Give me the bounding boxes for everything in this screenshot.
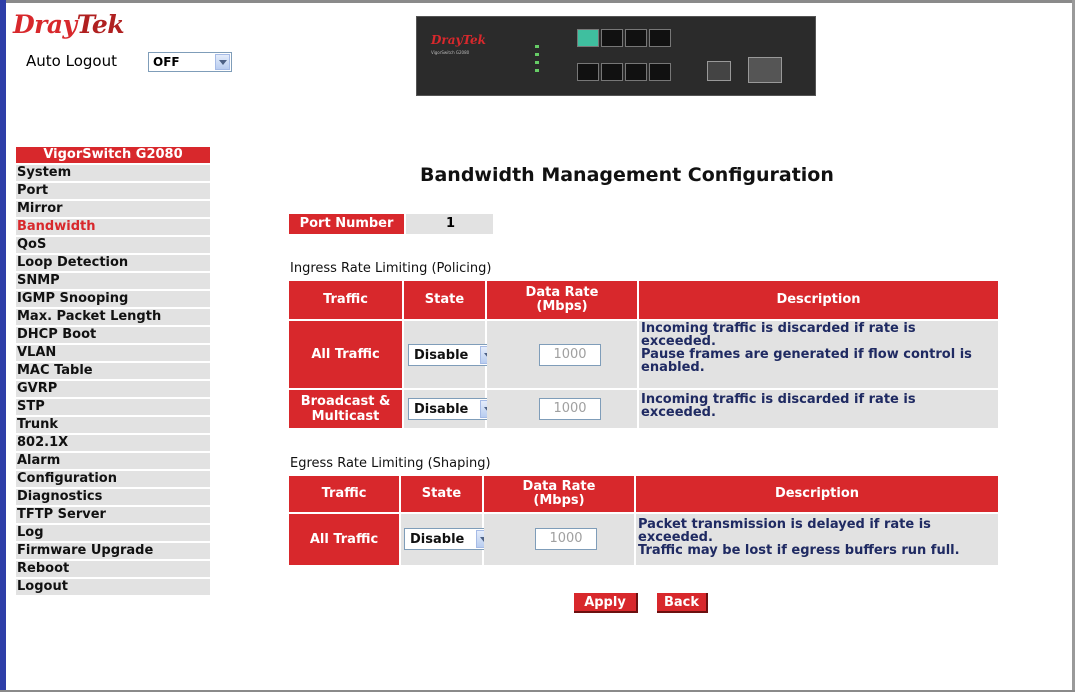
- sidebar-item-trunk[interactable]: Trunk: [16, 417, 210, 433]
- ingress-all-traffic-state-value: Disable: [414, 348, 469, 363]
- sidebar-item-tftp-server[interactable]: TFTP Server: [16, 507, 210, 523]
- egress-row1-desc-line3: Traffic may be lost if egress buffers ru…: [638, 543, 960, 558]
- port-7-icon: [625, 63, 647, 81]
- egress-section-title: Egress Rate Limiting (Shaping): [290, 456, 491, 471]
- port-4-icon: [649, 29, 671, 47]
- egress-all-traffic-state-value: Disable: [410, 532, 465, 547]
- port-8-icon: [649, 63, 671, 81]
- ingress-all-traffic-state-select[interactable]: Disable: [408, 344, 497, 366]
- sidebar-item-log[interactable]: Log: [16, 525, 210, 541]
- draytek-logo: DrayTek: [13, 10, 125, 39]
- ingress-row1-traffic: All Traffic: [289, 321, 402, 388]
- sidebar-menu: VigorSwitch G2080 System Port Mirror Ban…: [16, 147, 210, 597]
- port-2-icon: [601, 29, 623, 47]
- chevron-down-icon[interactable]: [215, 54, 230, 70]
- sidebar-item-8021x[interactable]: 802.1X: [16, 435, 210, 451]
- ingress-broadcast-state-value: Disable: [414, 402, 469, 417]
- logo-dray-text: Dray: [13, 10, 77, 39]
- ingress-row2-traffic-line2: Multicast: [311, 409, 380, 424]
- egress-all-traffic-state-select[interactable]: Disable: [404, 528, 493, 550]
- sidebar-title: VigorSwitch G2080: [16, 147, 210, 163]
- ingress-header-description: Description: [639, 281, 998, 319]
- port-6-icon: [601, 63, 623, 81]
- ingress-row2-desc-line2: exceeded.: [641, 405, 716, 420]
- logo-tek-text: Tek: [76, 10, 125, 39]
- port-number-label: Port Number: [289, 214, 404, 234]
- egress-header-traffic: Traffic: [289, 476, 399, 512]
- sidebar-item-diagnostics[interactable]: Diagnostics: [16, 489, 210, 505]
- sfp-slot-icon: [707, 61, 731, 81]
- egress-row1-traffic: All Traffic: [289, 514, 399, 565]
- sidebar-item-logout[interactable]: Logout: [16, 579, 210, 595]
- ingress-row1-desc-line4: enabled.: [641, 360, 705, 375]
- apply-button[interactable]: Apply: [574, 593, 638, 613]
- sidebar-item-firmware-upgrade[interactable]: Firmware Upgrade: [16, 543, 210, 559]
- egress-header-state: State: [401, 476, 482, 512]
- port-5-icon: [577, 63, 599, 81]
- egress-row1-description: Packet transmission is delayed if rate i…: [636, 514, 998, 565]
- sidebar-item-port[interactable]: Port: [16, 183, 210, 199]
- egress-all-traffic-rate-input[interactable]: 1000: [535, 528, 597, 550]
- auto-logout-select[interactable]: OFF: [148, 52, 232, 72]
- reset-button-icon: [748, 57, 782, 83]
- port-3-icon: [625, 29, 647, 47]
- port-1-icon: [577, 29, 599, 47]
- sidebar-item-vlan[interactable]: VLAN: [16, 345, 210, 361]
- ingress-all-traffic-rate-input[interactable]: 1000: [539, 344, 601, 366]
- auto-logout-label: Auto Logout: [26, 52, 117, 70]
- sidebar-item-reboot[interactable]: Reboot: [16, 561, 210, 577]
- port-number-value: 1: [406, 214, 493, 234]
- sidebar-item-qos[interactable]: QoS: [16, 237, 210, 253]
- sidebar-item-stp[interactable]: STP: [16, 399, 210, 415]
- sidebar-item-gvrp[interactable]: GVRP: [16, 381, 210, 397]
- egress-header-data-rate-line1: Data Rate: [522, 479, 596, 494]
- auto-logout-value: OFF: [153, 55, 180, 69]
- sidebar-item-system[interactable]: System: [16, 165, 210, 181]
- sidebar-item-max-packet-length[interactable]: Max. Packet Length: [16, 309, 210, 325]
- sidebar-item-configuration[interactable]: Configuration: [16, 471, 210, 487]
- ingress-header-data-rate: Data Rate (Mbps): [487, 281, 637, 319]
- egress-header-data-rate-line2: (Mbps): [533, 493, 585, 508]
- device-front-panel-image: DrayTek VigorSwitch G2080: [416, 16, 816, 96]
- window-top-border: [0, 0, 1075, 3]
- device-brand: DrayTek: [431, 33, 486, 47]
- sidebar-item-alarm[interactable]: Alarm: [16, 453, 210, 469]
- ingress-header-data-rate-line2: (Mbps): [536, 299, 588, 314]
- ingress-row2-description: Incoming traffic is discarded if rate is…: [639, 390, 998, 428]
- sidebar-item-snmp[interactable]: SNMP: [16, 273, 210, 289]
- ingress-header-state: State: [404, 281, 485, 319]
- ingress-header-data-rate-line1: Data Rate: [525, 285, 599, 300]
- page-title: Bandwidth Management Configuration: [420, 164, 834, 186]
- ingress-broadcast-rate-input[interactable]: 1000: [539, 398, 601, 420]
- ingress-header-traffic: Traffic: [289, 281, 402, 319]
- sidebar-item-loop-detection[interactable]: Loop Detection: [16, 255, 210, 271]
- sidebar-item-bandwidth[interactable]: Bandwidth: [16, 219, 210, 235]
- sidebar-item-mac-table[interactable]: MAC Table: [16, 363, 210, 379]
- ingress-row2-traffic-line1: Broadcast &: [300, 394, 391, 409]
- device-model: VigorSwitch G2080: [431, 50, 470, 55]
- status-leds-icon: [535, 45, 553, 75]
- ingress-section-title: Ingress Rate Limiting (Policing): [290, 261, 492, 276]
- egress-header-description: Description: [636, 476, 998, 512]
- sidebar-item-mirror[interactable]: Mirror: [16, 201, 210, 217]
- egress-header-data-rate: Data Rate (Mbps): [484, 476, 634, 512]
- ingress-broadcast-state-select[interactable]: Disable: [408, 398, 497, 420]
- sidebar-item-igmp-snooping[interactable]: IGMP Snooping: [16, 291, 210, 307]
- ingress-row2-traffic: Broadcast & Multicast: [289, 390, 402, 428]
- back-button[interactable]: Back: [657, 593, 708, 613]
- window-left-border: [0, 0, 6, 692]
- ingress-row1-description: Incoming traffic is discarded if rate is…: [639, 321, 998, 388]
- sidebar-item-dhcp-boot[interactable]: DHCP Boot: [16, 327, 210, 343]
